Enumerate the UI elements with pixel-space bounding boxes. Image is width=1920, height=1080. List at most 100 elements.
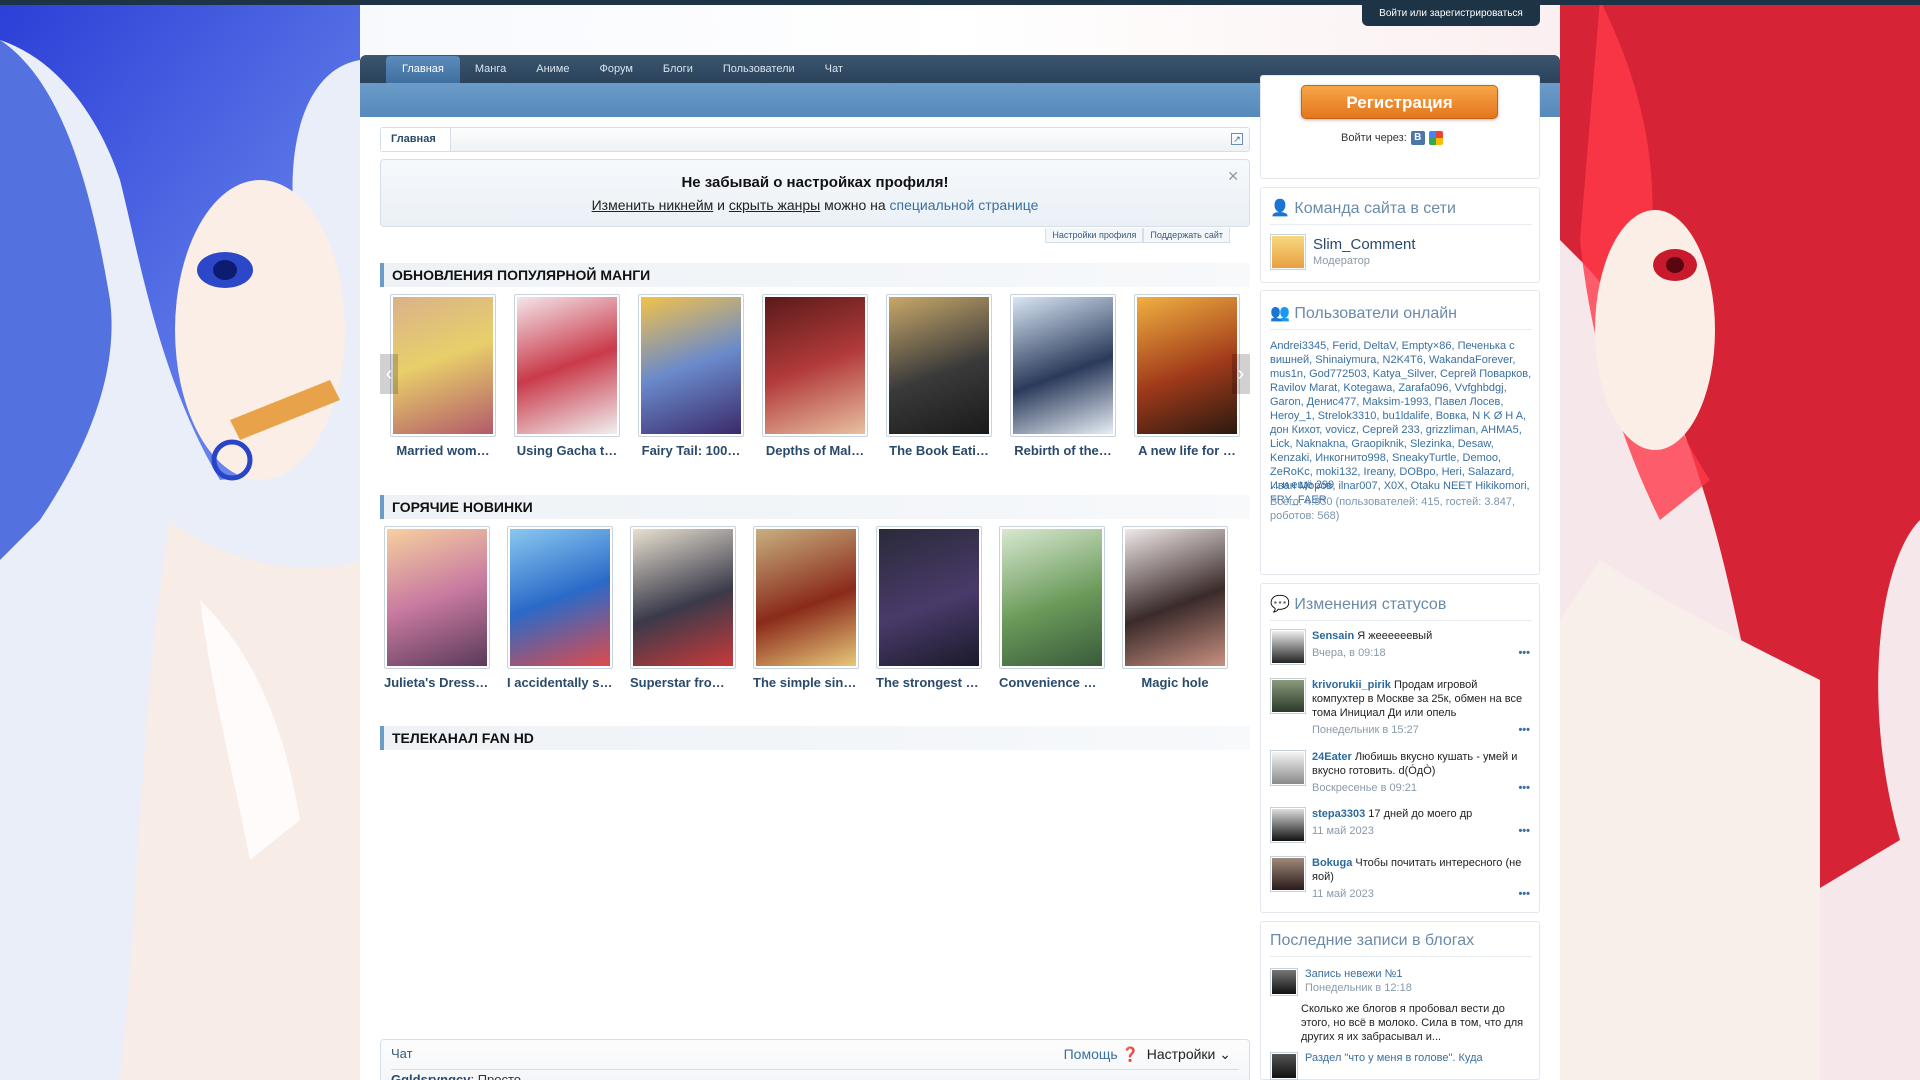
hide-genres-link[interactable]: скрыть жанры (729, 197, 820, 213)
chat-user[interactable]: Ggldsryngcv (391, 1072, 470, 1080)
status-user[interactable]: krivorukii_pirik (1312, 679, 1391, 691)
blogs-heading: Последние записи в блогах (1270, 932, 1532, 957)
manga-card[interactable]: Depths of Mal… (762, 294, 868, 458)
status-user[interactable]: Sensain (1312, 630, 1354, 642)
avatar[interactable] (1270, 750, 1306, 786)
manga-card[interactable]: Using Gacha t… (514, 294, 620, 458)
blogs-box: Последние записи в блогах Запись невежи … (1260, 921, 1540, 1080)
change-nickname-link[interactable]: Изменить никнейм (592, 197, 714, 213)
tv-channel-heading: ТЕЛЕКАНАЛ FAN HD (380, 726, 1250, 750)
tab-forum[interactable]: Форум (585, 55, 648, 83)
manga-card[interactable]: The strongest h… (876, 526, 982, 690)
tab-blogs[interactable]: Блоги (648, 55, 708, 83)
status-more-button[interactable]: ••• (1518, 888, 1530, 900)
manga-card[interactable]: Convenience St… (999, 526, 1105, 690)
chat-label[interactable]: Чат (391, 1046, 413, 1061)
tab-users[interactable]: Пользователи (708, 55, 810, 83)
online-more-link[interactable]: ... и ещё 299 (1270, 479, 1334, 491)
register-button[interactable]: Регистрация (1301, 85, 1498, 119)
team-box: 👤 Команда сайта в сети Slim_Comment Моде… (1260, 187, 1540, 283)
carousel-next-icon[interactable]: › (1232, 354, 1250, 394)
close-icon[interactable]: ✕ (1227, 168, 1239, 185)
manga-card[interactable]: Julieta's Dress Up (384, 526, 490, 690)
top-strip (0, 0, 1920, 5)
status-date: 11 май 2023 (1312, 825, 1374, 837)
team-member-name[interactable]: Slim_Comment (1313, 236, 1416, 253)
popular-manga-carousel: Married wom… Using Gacha t… Fairy Tail: … (380, 294, 1250, 469)
external-link-icon[interactable]: ↗ (1231, 133, 1243, 145)
status-more-button[interactable]: ••• (1518, 647, 1530, 659)
vk-icon[interactable]: В (1410, 131, 1425, 145)
page-container: Главная Манга Аниме Форум Блоги Пользова… (360, 55, 1560, 1080)
manga-card[interactable]: The Book Eati… (886, 294, 992, 458)
online-total: Всего: 4.830 (пользователей: 415, гостей… (1270, 496, 1516, 522)
avatar[interactable] (1270, 678, 1306, 714)
login-via-label: Войти через: (1341, 132, 1407, 144)
avatar[interactable] (1270, 807, 1306, 843)
team-heading: 👤 Команда сайта в сети (1270, 198, 1532, 225)
manga-title: Depths of Mal… (765, 443, 865, 458)
status-user[interactable]: 24Eater (1312, 751, 1352, 763)
notice-can: можно на (824, 197, 886, 213)
manga-title: Superstar from … (630, 675, 736, 690)
special-page-link[interactable]: специальной странице (890, 197, 1039, 213)
tab-manga[interactable]: Манга (460, 55, 521, 83)
chat-bubble-icon: 💬 (1270, 596, 1290, 613)
manga-card[interactable]: I accidentally se… (507, 526, 613, 690)
status-more-button[interactable]: ••• (1518, 724, 1530, 736)
manga-title: Using Gacha t… (516, 443, 618, 458)
manga-title: Magic hole (1141, 675, 1209, 690)
status-text: krivorukii_pirik Продам игровой компухте… (1312, 678, 1530, 720)
notice-tabs: Настройки профиля Поддержать сайт (1045, 228, 1230, 243)
manga-title: Julieta's Dress Up (384, 675, 490, 690)
status-more-button[interactable]: ••• (1518, 825, 1530, 837)
manga-card[interactable]: Rebirth of the… (1010, 294, 1116, 458)
tab-chat[interactable]: Чат (810, 55, 858, 83)
status-text: Sensain Я жеееееевый (1312, 629, 1530, 643)
avatar[interactable] (1270, 856, 1306, 892)
avatar[interactable] (1270, 629, 1306, 665)
manga-title: I accidentally se… (507, 675, 613, 690)
breadcrumb: Главная ↗ (380, 127, 1250, 152)
manga-card[interactable]: Fairy Tail: 100… (638, 294, 744, 458)
status-box: 💬 Изменения статусов Sensain Я жеееееевы… (1260, 583, 1540, 913)
status-date: Понедельник в 15:27 (1312, 724, 1419, 736)
profile-notice: ✕ Не забывай о настройках профиля! Измен… (380, 159, 1250, 227)
hot-new-heading: ГОРЯЧИЕ НОВИНКИ (380, 495, 1250, 519)
avatar[interactable] (1270, 968, 1298, 996)
google-icon[interactable] (1428, 131, 1443, 145)
manga-card[interactable]: The simple sing… (753, 526, 859, 690)
user-icon: 👤 (1270, 200, 1290, 217)
profile-settings-tab[interactable]: Настройки профиля (1045, 228, 1144, 243)
blog-entry-title[interactable]: Раздел "что у меня в голове". Куда (1305, 1052, 1525, 1064)
status-message: Я жеееееевый (1357, 630, 1433, 642)
avatar[interactable] (1270, 1052, 1298, 1080)
manga-card[interactable]: Married wom… (390, 294, 496, 458)
online-heading: 👥 Пользователи онлайн (1270, 303, 1532, 330)
blog-entry-date: Понедельник в 12:18 (1305, 982, 1412, 994)
manga-card[interactable]: Superstar from … (630, 526, 736, 690)
status-user[interactable]: stepa3303 (1312, 808, 1365, 820)
status-heading-label: Изменения статусов (1294, 596, 1447, 613)
manga-card[interactable]: A new life for … (1134, 294, 1240, 458)
support-site-tab[interactable]: Поддержать сайт (1143, 228, 1230, 243)
tab-anime[interactable]: Аниме (521, 55, 584, 83)
status-user[interactable]: Bokuga (1312, 857, 1352, 869)
carousel-prev-icon[interactable]: ‹ (380, 354, 398, 394)
manga-card[interactable]: Magic hole (1122, 526, 1228, 690)
manga-title: Fairy Tail: 100… (641, 443, 741, 458)
status-message: 17 дней до моего др (1368, 808, 1473, 820)
background-art-left (0, 0, 360, 1080)
login-register-link[interactable]: Войти или зарегистрироваться (1362, 0, 1540, 26)
chat-help-link[interactable]: Помощь ❓ (1064, 1046, 1139, 1063)
chat-panel: Чат Помощь ❓ Настройки ⌄ Ggldsryngcv: Пр… (380, 1039, 1250, 1080)
team-heading-label: Команда сайта в сети (1294, 200, 1456, 217)
tab-home[interactable]: Главная (386, 56, 460, 83)
background-art-right (1560, 0, 1920, 1080)
chat-settings-button[interactable]: Настройки ⌄ (1147, 1046, 1231, 1063)
breadcrumb-home[interactable]: Главная (381, 128, 451, 151)
blog-entry-title[interactable]: Запись невежи №1 (1305, 968, 1403, 980)
status-more-button[interactable]: ••• (1518, 782, 1530, 794)
avatar[interactable] (1270, 234, 1306, 270)
chevron-down-icon: ⌄ (1219, 1046, 1231, 1062)
